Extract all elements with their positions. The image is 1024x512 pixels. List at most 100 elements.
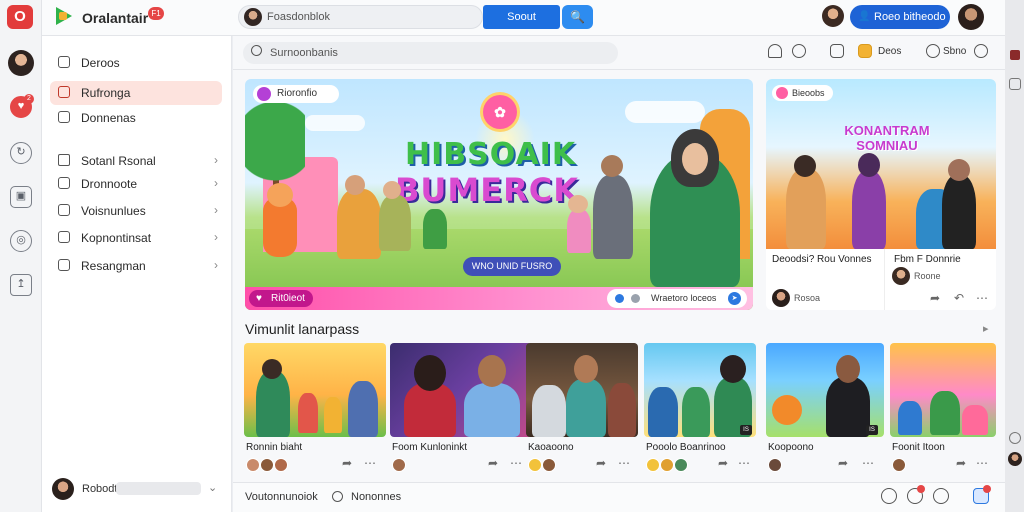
upload-icon[interactable] xyxy=(830,44,844,58)
person xyxy=(532,385,566,437)
video-card[interactable]: Foonit Itoon ➦ ⋯ xyxy=(890,343,996,477)
footer-user-label: Robodt xyxy=(82,483,118,495)
share-icon[interactable]: ➦ xyxy=(596,456,606,470)
hero-tag[interactable]: Rit0ieot xyxy=(249,290,313,307)
sidebar-item-videos[interactable]: Voisnunlues › xyxy=(50,199,222,223)
arrow-right-icon[interactable]: ➤ xyxy=(728,292,741,305)
chat-icon xyxy=(58,259,70,271)
video-thumbnail xyxy=(890,343,996,437)
location-icon[interactable]: ◎ xyxy=(10,230,32,252)
more-icon[interactable]: ⋯ xyxy=(738,456,750,470)
sidebar-item-active[interactable]: Rufronga xyxy=(50,81,222,105)
main-content: Surnoonbanis Deos Sbno ✿ HIBSOAIK BUMERC… xyxy=(233,36,1005,512)
search-button[interactable]: 🔍 xyxy=(562,5,593,29)
upload-icon[interactable]: ↥ xyxy=(10,274,32,296)
settings-icon[interactable] xyxy=(974,44,988,58)
bottom-link-1[interactable]: Voutonnunoiok xyxy=(245,491,318,503)
sidebar-item-home[interactable]: Deroos xyxy=(50,51,222,75)
reply-icon[interactable]: ↶ xyxy=(954,291,964,305)
avatar xyxy=(542,458,556,472)
bookmark-icon[interactable] xyxy=(1010,50,1020,60)
action-label-2[interactable]: Sbno xyxy=(943,46,966,57)
action-label-1[interactable]: Deos xyxy=(878,46,901,57)
side-card-caption-left[interactable]: Deoodsi? Rou Vonnes xyxy=(772,254,872,265)
sidebar-item-list[interactable]: Donnenas xyxy=(50,106,222,130)
more-icon[interactable]: ⋯ xyxy=(976,291,988,305)
settings-icon[interactable] xyxy=(933,488,949,504)
person-head xyxy=(345,175,365,195)
child xyxy=(324,397,342,433)
hero-badge[interactable]: Rioronfio xyxy=(253,85,340,103)
right-strip xyxy=(1005,0,1024,512)
avatar[interactable] xyxy=(772,289,790,307)
avatar xyxy=(528,458,542,472)
search-avatar xyxy=(244,8,262,26)
share-icon[interactable]: ➦ xyxy=(342,456,352,470)
bookmark-icon[interactable] xyxy=(858,44,872,58)
video-card[interactable]: Ronnin biaht ➦ ⋯ xyxy=(244,343,386,477)
video-card[interactable]: IS Pooolo Boanrinoo ➦ ⋯ xyxy=(644,343,756,477)
hero-title-line2: BUMERCK xyxy=(395,171,579,209)
hero-banner[interactable]: ✿ HIBSOAIK BUMERCK Rioronfio WNO UNID FU… xyxy=(245,79,753,310)
lock-icon[interactable] xyxy=(926,44,940,58)
search-input[interactable]: Foasdonblok xyxy=(238,5,483,29)
person-head xyxy=(383,181,401,199)
cloud xyxy=(625,101,705,123)
share-icon[interactable]: ➦ xyxy=(718,456,728,470)
avatar[interactable] xyxy=(1008,452,1022,466)
chat-icon[interactable] xyxy=(881,488,897,504)
sidebar-footer[interactable]: Robodt ⌄ xyxy=(52,478,227,502)
side-card-pill[interactable]: Bieoobs xyxy=(772,85,833,101)
help-icon[interactable] xyxy=(1009,432,1021,444)
side-card-caption-right[interactable]: Fbm F Donnrie xyxy=(894,254,961,265)
app-logo-icon[interactable]: O xyxy=(7,5,33,29)
featured-side-card[interactable]: Bieoobs KONANTRAM SOMNIAU Deoodsi? Rou V… xyxy=(766,79,996,310)
share-icon[interactable]: ➦ xyxy=(930,291,940,305)
hero-info-card[interactable]: Wraetoro loceos ➤ xyxy=(607,289,747,308)
sidebar-item-community[interactable]: Kopnontinsat › xyxy=(50,226,222,250)
share-icon[interactable]: ➦ xyxy=(488,456,498,470)
more-icon[interactable]: ⋯ xyxy=(976,456,988,470)
share-icon[interactable]: ➦ xyxy=(956,456,966,470)
avatar xyxy=(892,458,906,472)
chevron-down-icon[interactable]: ⌄ xyxy=(208,481,217,494)
chevron-right-icon[interactable]: ▸ xyxy=(983,322,989,335)
camera-icon[interactable] xyxy=(792,44,806,58)
page-icon xyxy=(58,56,70,68)
sidebar-item-social[interactable]: Sotanl Rsonal › xyxy=(50,149,222,173)
more-icon[interactable]: ⋯ xyxy=(862,456,874,470)
contact-avatar[interactable] xyxy=(822,5,844,27)
content-search-input[interactable]: Surnoonbanis xyxy=(243,42,618,64)
more-icon[interactable]: ⋯ xyxy=(364,456,376,470)
avatar[interactable] xyxy=(892,267,910,285)
person xyxy=(648,387,678,437)
more-icon[interactable]: ⋯ xyxy=(510,456,522,470)
video-card[interactable]: Kaoaoono ➦ ⋯ xyxy=(526,343,638,477)
top-bar: Oralantair F1 Foasdonblok Soout 🔍 Roeo b… xyxy=(42,0,1024,36)
video-card[interactable]: Foom Kunloninkt ➦ ⋯ xyxy=(390,343,532,477)
person-head xyxy=(720,355,746,383)
window-icon[interactable] xyxy=(1009,78,1021,90)
chevron-right-icon: › xyxy=(214,203,218,217)
bottom-link-2[interactable]: Nononnes xyxy=(351,491,401,503)
viewer-avatars xyxy=(392,458,452,474)
profile-avatar[interactable] xyxy=(958,4,984,30)
gallery-icon[interactable]: ▣ xyxy=(10,186,32,208)
connect-button[interactable]: Roeo bitheodo xyxy=(850,5,950,29)
video-badge: IS xyxy=(866,425,878,435)
child xyxy=(298,393,318,433)
person xyxy=(256,371,290,437)
sidebar-item-channels[interactable]: Dronnoote › xyxy=(50,172,222,196)
history-icon[interactable]: ↻ xyxy=(10,142,32,164)
sidebar-item-messages[interactable]: Resangman › xyxy=(50,254,222,278)
more-icon[interactable]: ⋯ xyxy=(618,456,630,470)
submit-button[interactable]: Soout xyxy=(483,5,560,29)
share-icon[interactable]: ➦ xyxy=(838,456,848,470)
video-card[interactable]: IS Koopoono ➦ ⋯ xyxy=(766,343,884,477)
hero-cta-pill[interactable]: WNO UNID FUSRO xyxy=(463,257,561,276)
user-avatar[interactable] xyxy=(8,50,34,76)
home-icon[interactable] xyxy=(768,44,782,58)
viewer-avatars xyxy=(768,458,828,474)
video-thumbnail xyxy=(390,343,532,437)
mascot-head xyxy=(267,183,293,207)
